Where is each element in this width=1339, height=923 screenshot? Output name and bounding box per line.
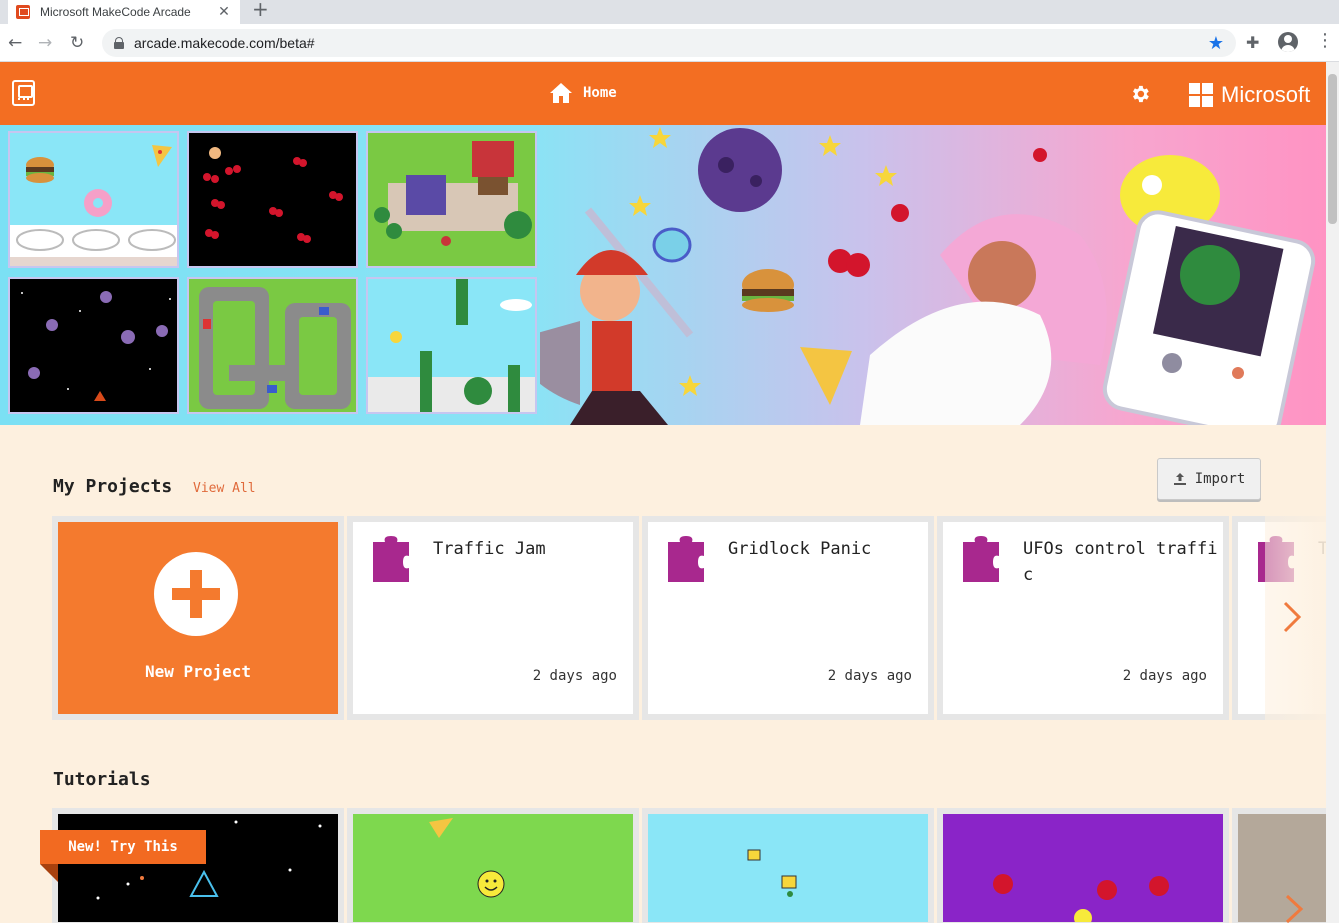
game-thumbnail-flappy[interactable] <box>366 277 537 414</box>
extensions-puzzle-icon[interactable]: ✚ <box>1246 33 1259 52</box>
tutorials-carousel <box>52 808 1326 923</box>
new-try-this-badge: New! Try This <box>40 830 206 864</box>
space-scene-icon <box>21 291 171 401</box>
racetrack-scene-icon <box>199 287 351 409</box>
flappy-scene-icon <box>368 279 535 412</box>
app-header: Home Microsoft <box>0 62 1326 125</box>
upload-icon <box>1173 473 1186 485</box>
tab-title: Microsoft MakeCode Arcade <box>40 5 191 19</box>
home-label: Home <box>583 85 617 101</box>
tutorial-card[interactable] <box>642 808 934 923</box>
address-bar[interactable]: arcade.makecode.com/beta# ★ <box>102 29 1236 57</box>
view-all-link[interactable]: View All <box>193 481 256 496</box>
strawberry-tutorial-thumbnail-icon <box>993 874 1169 922</box>
new-project-label: New Project <box>145 662 251 681</box>
forward-button[interactable]: → <box>38 33 52 53</box>
microsoft-brand-text: Microsoft <box>1221 82 1311 107</box>
chevron-right-icon[interactable] <box>1282 600 1302 634</box>
browser-menu-icon[interactable]: ⋮ <box>1316 32 1334 50</box>
plus-icon <box>154 552 238 636</box>
microsoft-logo[interactable]: Microsoft <box>1189 82 1310 108</box>
import-button[interactable]: Import <box>1157 458 1261 500</box>
hero-banner <box>0 125 1326 425</box>
chevron-right-icon[interactable] <box>1284 893 1304 923</box>
makecode-favicon-icon <box>16 5 30 19</box>
settings-gear-icon[interactable] <box>1129 83 1151 105</box>
back-button[interactable]: ← <box>8 33 22 53</box>
project-date: 2 days ago <box>1122 668 1207 684</box>
project-card[interactable]: Gridlock Panic 2 days ago <box>642 516 934 720</box>
microsoft-windows-icon <box>1189 83 1213 107</box>
my-projects-heading: My Projects <box>53 476 173 497</box>
tutorial-card[interactable] <box>347 808 639 923</box>
new-project-card[interactable]: New Project <box>52 516 344 720</box>
bee-tutorial-thumbnail-icon <box>747 849 797 897</box>
makecode-arcade-logo-icon[interactable] <box>12 80 35 106</box>
tab-close-icon[interactable]: ✕ <box>216 4 232 20</box>
project-title: Gridlock Panic <box>728 539 872 559</box>
bookmark-star-icon[interactable]: ★ <box>1208 33 1224 54</box>
game-thumbnail-space[interactable] <box>8 277 179 414</box>
hero-characters-illustration-icon <box>540 127 1316 425</box>
lock-icon[interactable] <box>114 37 124 49</box>
burger-scene-icon <box>10 145 177 266</box>
scrollbar-thumb[interactable] <box>1328 74 1337 224</box>
badge-ribbon-fold <box>40 864 58 882</box>
project-title: Traffic Jam <box>433 539 546 559</box>
game-thumbnail-village[interactable] <box>366 131 537 268</box>
profile-avatar-icon[interactable] <box>1278 32 1298 52</box>
project-card[interactable]: UFOs control traffic 2 days ago <box>937 516 1229 720</box>
browser-tab-strip: Microsoft MakeCode Arcade ✕ + <box>0 0 1339 24</box>
puzzle-piece-icon <box>963 536 999 582</box>
tutorials-heading: Tutorials <box>53 769 151 790</box>
browser-toolbar: ← → ↻ arcade.makecode.com/beta# ★ <box>0 24 1339 62</box>
tutorial-card[interactable] <box>937 808 1229 923</box>
import-label: Import <box>1194 471 1246 487</box>
puzzle-piece-icon <box>668 536 704 582</box>
game-thumbnail-cherries[interactable] <box>187 131 358 268</box>
food-tutorial-thumbnail-icon <box>429 818 505 898</box>
projects-carousel: New Project Traffic Jam 2 days ago Gridl… <box>52 516 1326 720</box>
home-icon <box>550 83 572 103</box>
project-title: UFOs control traffic <box>1023 539 1218 585</box>
cherries-scene-icon <box>203 147 343 243</box>
puzzle-piece-icon <box>373 536 409 582</box>
reload-button[interactable]: ↻ <box>70 33 84 53</box>
project-date: 2 days ago <box>532 668 617 684</box>
home-button[interactable]: Home <box>549 82 617 104</box>
project-date: 2 days ago <box>827 668 912 684</box>
browser-tab[interactable]: Microsoft MakeCode Arcade ✕ <box>8 0 240 24</box>
new-tab-button[interactable]: + <box>252 0 269 19</box>
game-thumbnail-racetrack[interactable] <box>187 277 358 414</box>
game-thumbnail-burger[interactable] <box>8 131 179 268</box>
tutorial-card-partial[interactable] <box>1232 808 1326 923</box>
village-scene-icon <box>374 141 532 246</box>
tutorial-card[interactable] <box>52 808 344 923</box>
page-scrollbar[interactable] <box>1326 62 1339 923</box>
project-card[interactable]: Traffic Jam 2 days ago <box>347 516 639 720</box>
url-text[interactable]: arcade.makecode.com/beta# <box>134 35 1208 51</box>
